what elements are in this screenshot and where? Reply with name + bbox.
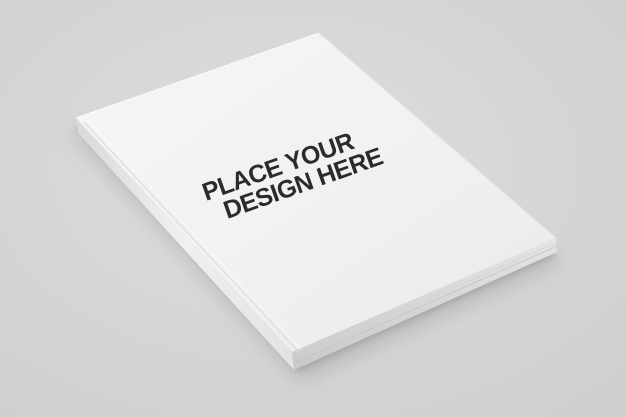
- book-mockup-scene: PLACE YOUR DESIGN HERE: [0, 0, 626, 417]
- book-mockup-illustration: PLACE YOUR DESIGN HERE: [0, 0, 626, 417]
